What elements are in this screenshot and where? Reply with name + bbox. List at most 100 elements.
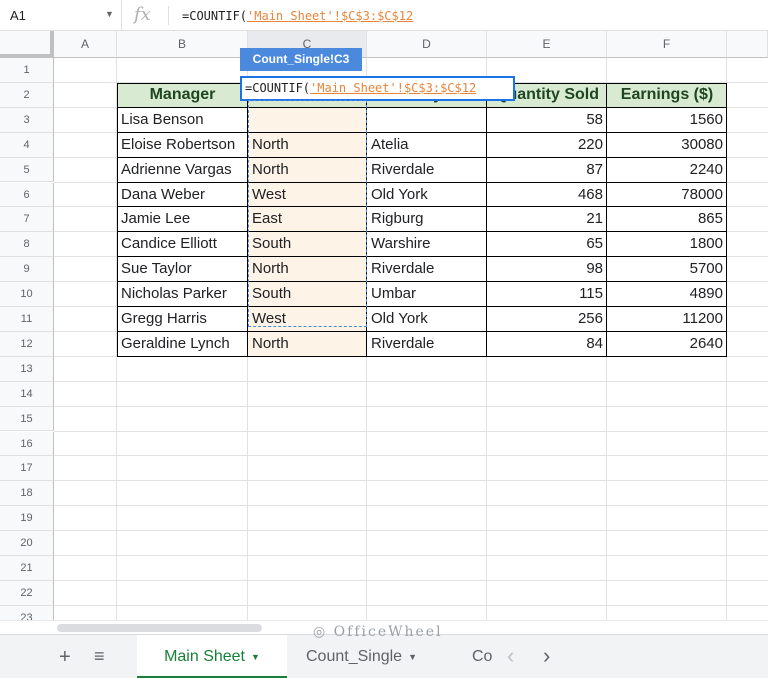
table-cell[interactable]: 65	[487, 232, 607, 257]
table-cell[interactable]: Sue Taylor	[117, 257, 248, 282]
sheet-grid[interactable]: A B C D E F 1 2 3 4 5 6 7 8 9 10 11 12 13 14 15 16 17 18 19 20 21 2…	[0, 31, 768, 627]
row-header-1[interactable]: 1	[0, 58, 54, 83]
table-cell[interactable]: 865	[607, 207, 727, 232]
table-cell[interactable]: 78000	[607, 183, 727, 208]
row-header-12[interactable]: 12	[0, 331, 54, 357]
select-all-corner[interactable]	[0, 31, 54, 58]
table-cell[interactable]: 87	[487, 158, 607, 183]
table-cell[interactable]: Riverdale	[367, 257, 487, 282]
table-cell[interactable]: Lisa Benson	[117, 108, 248, 133]
table-cell[interactable]: Riverdale	[367, 158, 487, 183]
table-cell[interactable]: Rigburg	[367, 207, 487, 232]
table-border	[117, 156, 727, 158]
table-cell[interactable]: North	[248, 157, 367, 183]
table-cell[interactable]: Candice Elliott	[117, 232, 248, 257]
chevron-down-icon[interactable]: ▼	[408, 652, 417, 662]
column-header-b[interactable]: B	[117, 31, 248, 58]
scrollbar-thumb[interactable]	[57, 624, 262, 632]
table-cell[interactable]: Riverdale	[367, 332, 487, 357]
horizontal-scrollbar[interactable]	[0, 620, 768, 634]
table-cell[interactable]: 84	[487, 332, 607, 357]
tab-partial[interactable]: Co	[472, 635, 492, 678]
table-cell[interactable]: North	[248, 257, 367, 283]
manager-header[interactable]: Manager	[117, 82, 248, 108]
table-cell[interactable]: 11200	[607, 307, 727, 332]
name-box[interactable]: A1 ▼	[0, 0, 122, 31]
row-header-10[interactable]: 10	[0, 282, 54, 307]
table-cell[interactable]: South	[248, 282, 367, 307]
column-header-e[interactable]: E	[487, 31, 607, 58]
hamburger-icon[interactable]: ≡	[94, 646, 105, 667]
row-header-15[interactable]: 15	[0, 406, 54, 432]
chevron-down-icon[interactable]: ▼	[251, 652, 260, 662]
chevron-down-icon[interactable]: ▼	[105, 9, 114, 19]
table-cell[interactable]: Eloise Robertson	[117, 133, 248, 158]
row-header-17[interactable]: 17	[0, 456, 54, 482]
table-cell[interactable]: 1800	[607, 232, 727, 257]
column-header-overflow[interactable]	[727, 31, 768, 58]
row-header-9[interactable]: 9	[0, 257, 54, 283]
table-cell[interactable]: West	[248, 307, 367, 332]
table-cell[interactable]: Jamie Lee	[117, 207, 248, 232]
table-cell[interactable]: Atelia	[367, 133, 487, 158]
table-cell[interactable]: Nicholas Parker	[117, 282, 248, 307]
table-cell[interactable]: 2240	[607, 158, 727, 183]
table-cell[interactable]: 2640	[607, 332, 727, 357]
row-header-2[interactable]: 2	[0, 82, 54, 108]
table-cell[interactable]: North	[248, 331, 367, 357]
table-cell[interactable]: 30080	[607, 133, 727, 158]
earnings-header[interactable]: Earnings ($)	[607, 82, 727, 108]
table-cell[interactable]: Geraldine Lynch	[117, 332, 248, 357]
table-cell[interactable]: Old York	[367, 307, 487, 332]
table-cell[interactable]	[367, 108, 487, 133]
plus-icon[interactable]: +	[59, 646, 71, 669]
table-cell[interactable]: Warshire	[367, 232, 487, 257]
row-header-8[interactable]: 8	[0, 232, 54, 258]
table-cell[interactable]: 98	[487, 257, 607, 282]
table-cell[interactable]: Adrienne Vargas	[117, 158, 248, 183]
row-header-14[interactable]: 14	[0, 381, 54, 407]
row-header-21[interactable]: 21	[0, 556, 54, 581]
row-header-4[interactable]: 4	[0, 132, 54, 158]
row-header-3[interactable]: 3	[0, 107, 54, 133]
column-header-d[interactable]: D	[367, 31, 487, 58]
row-header-19[interactable]: 19	[0, 506, 54, 532]
row-header-6[interactable]: 6	[0, 182, 54, 208]
formula-input[interactable]: =COUNTIF('Main Sheet'!$C$3:$C$12	[182, 9, 413, 23]
tab-label: Count_Single	[306, 648, 403, 666]
table-cell[interactable]: North	[248, 132, 367, 158]
row-header-11[interactable]: 11	[0, 307, 54, 332]
table-cell[interactable]: 21	[487, 207, 607, 232]
table-cell[interactable]: East	[248, 207, 367, 233]
table-cell[interactable]: 1560	[607, 108, 727, 133]
row-header-7[interactable]: 7	[0, 207, 54, 233]
row-header-18[interactable]: 18	[0, 481, 54, 507]
chevron-left-icon[interactable]: ‹	[507, 643, 514, 669]
column-header-a[interactable]: A	[54, 31, 117, 58]
tab-count-single[interactable]: Count_Single ▼	[306, 635, 417, 678]
table-cell[interactable]: South	[248, 232, 367, 258]
column-header-f[interactable]: F	[607, 31, 727, 58]
table-cell[interactable]: Dana Weber	[117, 183, 248, 208]
gridline-row	[54, 430, 768, 432]
chevron-right-icon[interactable]: ›	[543, 643, 550, 669]
table-cell[interactable]: 5700	[607, 257, 727, 282]
table-cell[interactable]: West	[248, 182, 367, 208]
cell-formula-editor[interactable]: =COUNTIF('Main Sheet'!$C$3:$C$12	[240, 76, 515, 101]
table-cell[interactable]: Old York	[367, 183, 487, 208]
table-cell[interactable]: Umbar	[367, 282, 487, 307]
row-header-5[interactable]: 5	[0, 157, 54, 183]
table-cell[interactable]: 220	[487, 133, 607, 158]
row-header-22[interactable]: 22	[0, 580, 54, 606]
table-cell[interactable]	[248, 107, 367, 133]
row-header-13[interactable]: 13	[0, 356, 54, 382]
tab-main-sheet[interactable]: Main Sheet ▼	[137, 635, 287, 678]
table-cell[interactable]: 4890	[607, 282, 727, 307]
table-cell[interactable]: 468	[487, 183, 607, 208]
table-cell[interactable]: Gregg Harris	[117, 307, 248, 332]
row-header-16[interactable]: 16	[0, 431, 54, 457]
table-cell[interactable]: 58	[487, 108, 607, 133]
row-header-20[interactable]: 20	[0, 531, 54, 556]
table-cell[interactable]: 256	[487, 307, 607, 332]
table-cell[interactable]: 115	[487, 282, 607, 307]
